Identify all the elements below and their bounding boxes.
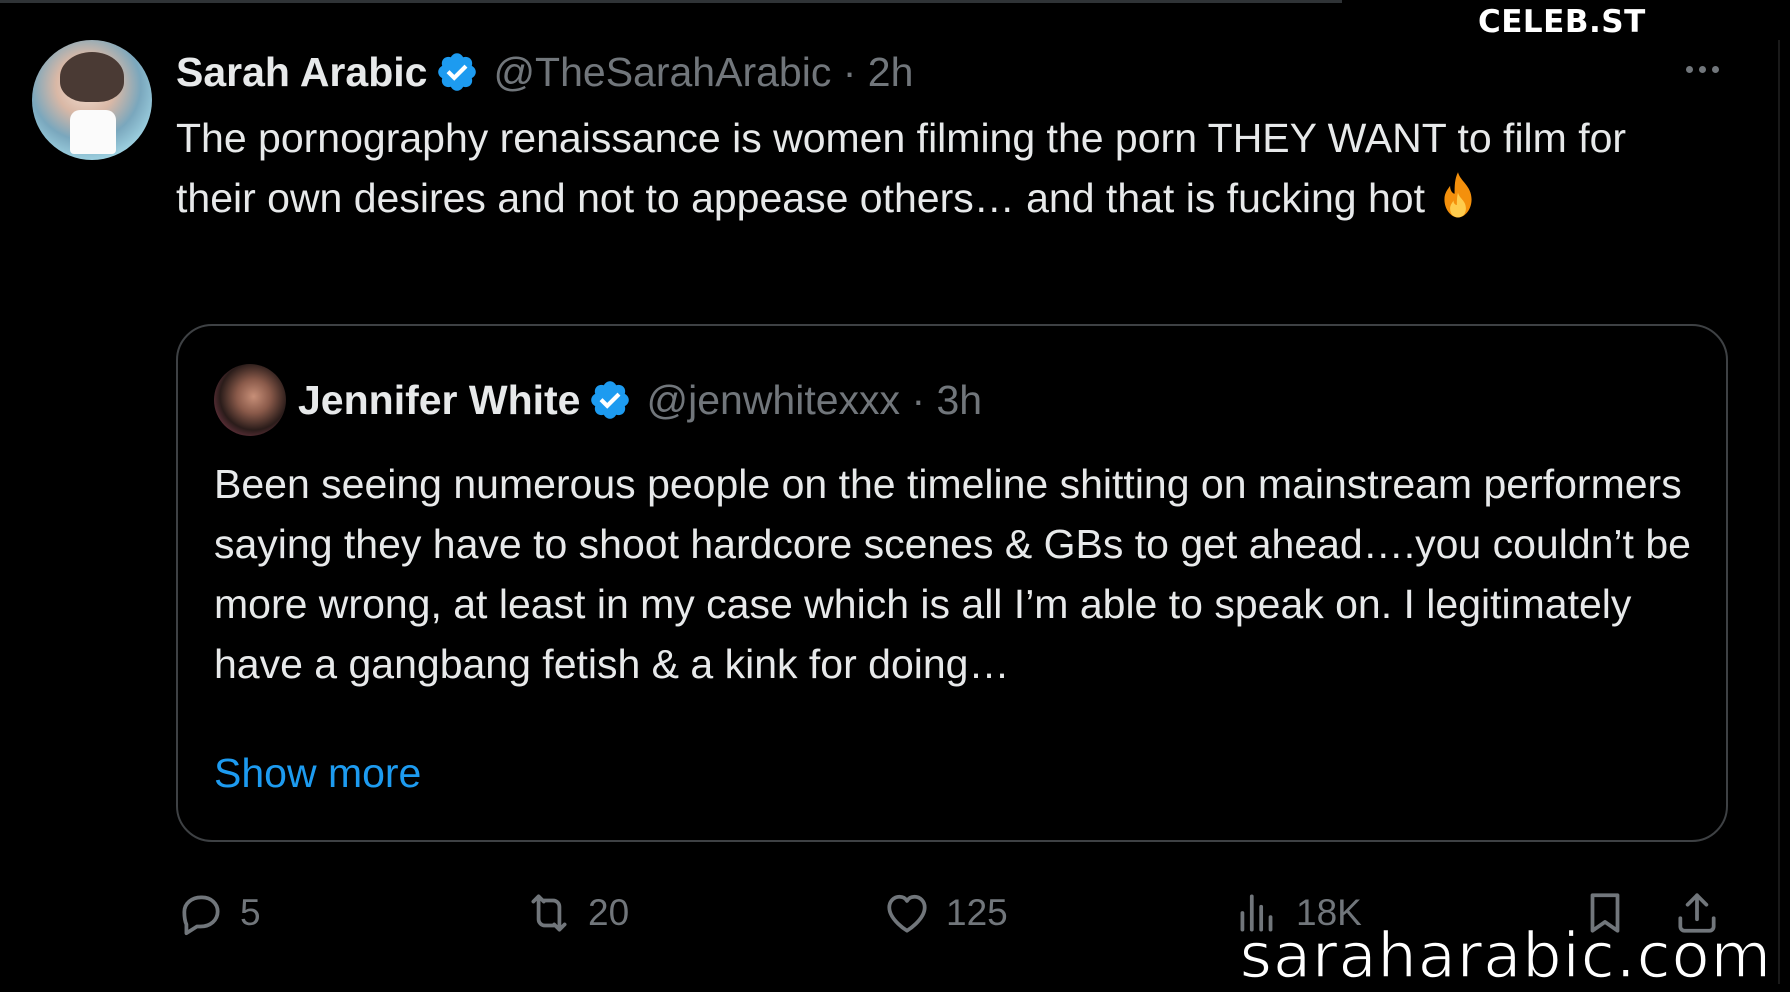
tweet-body: The pornography renaissance is women fil… bbox=[176, 108, 1696, 228]
quoted-tweet-card[interactable]: Jennifer White @jenwhitexxx · 3h Been se… bbox=[176, 324, 1728, 842]
avatar-hair bbox=[60, 52, 124, 102]
quoted-author-avatar[interactable] bbox=[214, 364, 286, 436]
reply-count: 5 bbox=[240, 892, 261, 933]
quoted-tweet-time[interactable]: 3h bbox=[936, 377, 982, 424]
separator-dot: · bbox=[831, 48, 868, 95]
author-name[interactable]: Sarah Arabic bbox=[176, 49, 427, 96]
like-count: 125 bbox=[946, 892, 1008, 933]
more-dot bbox=[1711, 65, 1719, 73]
show-more-link[interactable]: Show more bbox=[214, 750, 421, 797]
watermark-bottom: saraharabic.com bbox=[1239, 918, 1772, 992]
tweet-time[interactable]: 2h bbox=[868, 49, 914, 96]
top-divider bbox=[0, 0, 1342, 3]
quoted-author-handle[interactable]: @jenwhitexxx bbox=[646, 377, 900, 424]
repost-button[interactable]: 20 bbox=[524, 878, 629, 948]
reply-icon bbox=[182, 895, 220, 936]
watermark-top: CELEB.ST bbox=[1478, 4, 1646, 40]
separator-dot: · bbox=[900, 376, 937, 423]
more-options-icon[interactable] bbox=[1672, 54, 1732, 84]
more-dot bbox=[1685, 65, 1693, 73]
right-divider bbox=[1778, 40, 1780, 984]
author-handle[interactable]: @TheSarahArabic bbox=[493, 49, 831, 96]
quoted-tweet-header: Jennifer White @jenwhitexxx · 3h bbox=[298, 370, 982, 430]
tweet-header: Sarah Arabic @TheSarahArabic · 2h bbox=[176, 44, 913, 100]
tweet-text: The pornography renaissance is women fil… bbox=[176, 115, 1627, 221]
verified-badge-icon bbox=[438, 53, 477, 91]
reply-button[interactable]: 5 bbox=[176, 878, 261, 948]
heart-icon bbox=[887, 894, 927, 933]
quoted-tweet-text: Been seeing numerous people on the timel… bbox=[214, 461, 1691, 687]
author-avatar[interactable] bbox=[32, 40, 152, 160]
verified-badge-icon bbox=[591, 381, 630, 419]
more-dot bbox=[1698, 65, 1706, 73]
quoted-author-name[interactable]: Jennifer White bbox=[298, 377, 580, 424]
repost-icon bbox=[531, 894, 567, 932]
like-button[interactable]: 125 bbox=[882, 878, 1008, 948]
fire-icon bbox=[1444, 172, 1472, 218]
repost-count: 20 bbox=[588, 892, 630, 933]
avatar-shirt bbox=[70, 110, 116, 154]
